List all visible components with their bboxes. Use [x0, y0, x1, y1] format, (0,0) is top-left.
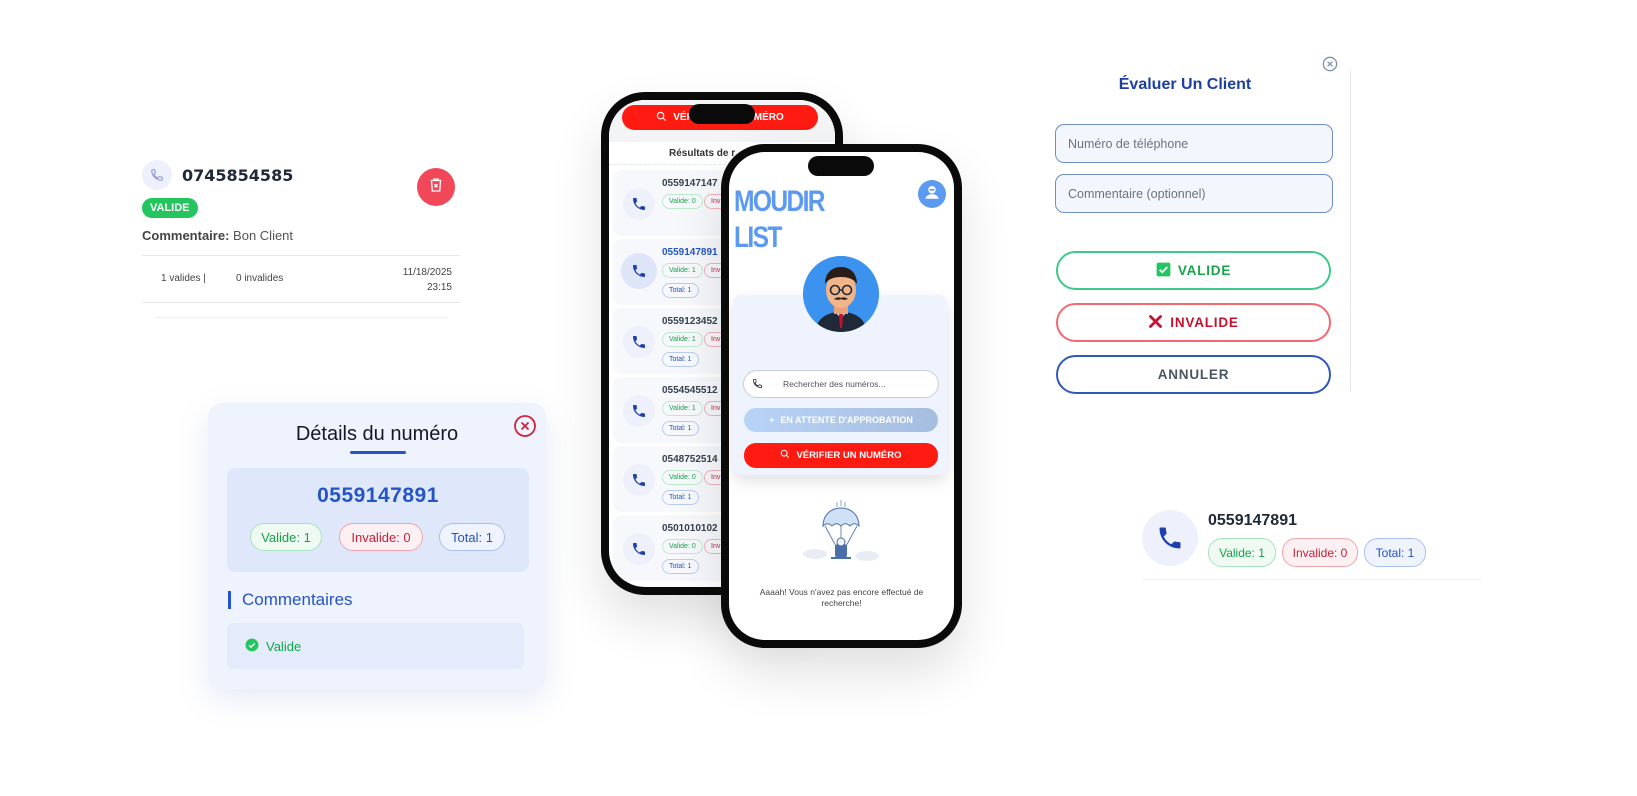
phone-icon — [623, 188, 655, 220]
search-input[interactable]: Rechercher des numéros... — [743, 370, 939, 398]
search-icon — [656, 111, 667, 125]
row-number: 0548752514 — [662, 454, 718, 465]
search-placeholder: Rechercher des numéros... — [783, 379, 886, 389]
invalid-button[interactable]: INVALIDE — [1056, 303, 1331, 342]
trash-icon — [427, 176, 445, 199]
pending-approval-label: EN ATTENTE D'APPROBATION — [780, 415, 913, 425]
details-number: 0559147891 — [317, 484, 439, 507]
phone-icon — [752, 378, 763, 391]
close-button[interactable] — [513, 414, 537, 438]
row-number: 0559147891 — [662, 247, 718, 258]
cross-icon — [1148, 314, 1163, 332]
row-valid-pill: Valide: 1 — [662, 332, 703, 347]
card-comment: Commentaire: Bon Client — [142, 228, 460, 243]
comment-item: Valide — [227, 623, 524, 669]
plus-icon: + — [769, 415, 775, 425]
total-pill: Total: 1 — [1364, 538, 1426, 567]
logo-line1: MOUDIR — [734, 185, 826, 218]
user-menu-button[interactable] — [918, 180, 946, 208]
invalid-button-label: INVALIDE — [1170, 315, 1239, 330]
phone-icon — [623, 395, 655, 427]
search-icon — [780, 449, 790, 462]
details-summary: 0559147891 Valide: 1 Invalide: 0 Total: … — [227, 468, 529, 572]
modal-title: Évaluer Un Client — [1118, 76, 1252, 93]
evaluate-client-modal: Évaluer Un Client Numéro de téléphone Co… — [1045, 56, 1351, 394]
row-valid-pill: Valide: 1 — [662, 401, 703, 416]
row-valid-pill: Valide: 0 — [662, 470, 703, 485]
verify-number-label: VÉRIFIER UN NUMÉRO — [796, 450, 902, 461]
phone-icon — [623, 533, 655, 565]
valid-pill: Valide: 1 — [250, 523, 322, 551]
mascot-avatar — [803, 256, 879, 332]
row-valid-pill: Valide: 1 — [662, 263, 703, 278]
cancel-button-label: ANNULER — [1157, 367, 1230, 382]
result-number: 0559147891 — [1208, 512, 1297, 529]
row-total-pill: Total: 1 — [662, 283, 699, 298]
number-card: 0745854585 VALIDE Commentaire: Bon Clien… — [142, 160, 460, 318]
result-row[interactable]: 0559147891 Valide: 1 Invalide: 0 Total: … — [1142, 510, 1482, 580]
comments-heading: Commentaires — [228, 591, 353, 609]
row-valid-pill: Valide: 0 — [662, 539, 703, 554]
phone-number-field[interactable]: Numéro de téléphone — [1055, 124, 1333, 163]
valid-button[interactable]: VALIDE — [1056, 251, 1331, 290]
invalid-pill: Invalide: 0 — [339, 523, 423, 551]
time: 23:15 — [426, 282, 452, 293]
dynamic-island — [808, 156, 874, 176]
date: 11/18/2025 — [402, 267, 452, 278]
phone-icon — [623, 464, 655, 496]
title-underline — [350, 451, 406, 454]
check-circle-icon — [245, 638, 259, 655]
card-number: 0745854585 — [182, 165, 294, 185]
status-badge: VALIDE — [142, 198, 198, 218]
divider — [154, 317, 448, 318]
verify-number-button[interactable]: VÉRIFIER UN NUMÉRO — [744, 443, 938, 468]
parachute-illustration — [801, 500, 881, 570]
row-total-pill: Total: 1 — [662, 490, 699, 505]
divider — [1350, 70, 1351, 392]
row-number: 0501010102 — [662, 523, 718, 534]
close-icon — [514, 415, 536, 437]
invalid-count: 0 invalides — [236, 273, 284, 284]
row-total-pill: Total: 1 — [662, 421, 699, 436]
number-details-panel: Détails du numéro 0559147891 Valide: 1 I… — [208, 403, 546, 689]
close-button[interactable] — [1322, 56, 1338, 72]
details-title: Détails du numéro — [295, 423, 459, 445]
phone-home-screen: MOUDIR LIST Rechercher des numéros... + … — [721, 144, 962, 648]
app-logo: MOUDIR LIST — [734, 184, 826, 256]
cancel-button[interactable]: ANNULER — [1056, 355, 1331, 394]
phone-avatar — [1142, 510, 1198, 566]
close-icon — [1322, 56, 1338, 72]
phone-number-placeholder: Numéro de téléphone — [1068, 136, 1189, 151]
dynamic-island — [689, 104, 755, 124]
phone-icon — [142, 160, 172, 190]
row-total-pill: Total: 1 — [662, 559, 699, 574]
comment-field[interactable]: Commentaire (optionnel) — [1055, 174, 1333, 213]
comment-item-text: Valide — [266, 638, 302, 654]
valid-button-label: VALIDE — [1177, 263, 1232, 278]
results-title: Résultats de r — [669, 148, 736, 159]
phone-icon — [623, 326, 655, 358]
row-valid-pill: Valide: 0 — [662, 194, 703, 209]
pending-approval-button[interactable]: + EN ATTENTE D'APPROBATION — [744, 408, 938, 432]
row-total-pill: Total: 1 — [662, 352, 699, 367]
valid-pill: Valide: 1 — [1208, 538, 1276, 567]
timestamp: 11/18/2025 23:15 — [403, 265, 452, 295]
comment-placeholder: Commentaire (optionnel) — [1068, 186, 1206, 201]
total-pill: Total: 1 — [439, 523, 505, 551]
comment-value: Bon Client — [233, 228, 294, 243]
card-footer: 1 valides | 0 invalides 11/18/2025 23:15 — [142, 255, 460, 303]
invalid-pill: Invalide: 0 — [1282, 538, 1358, 567]
phone-icon — [1159, 527, 1181, 549]
user-icon — [923, 183, 941, 206]
row-number: 0554545512 — [662, 385, 718, 396]
empty-state-text: Aaaah! Vous n'avez pas encore effectué d… — [759, 587, 924, 608]
row-number: 0559123452 — [662, 316, 718, 327]
row-number: 0559147147 — [662, 178, 718, 189]
logo-line2: LIST — [734, 221, 782, 254]
comment-label: Commentaire: — [142, 228, 230, 243]
delete-button[interactable] — [417, 168, 455, 206]
checkbox-checked-icon — [1156, 262, 1171, 280]
valid-count: 1 valides | — [161, 273, 206, 284]
phone-icon — [621, 253, 657, 289]
